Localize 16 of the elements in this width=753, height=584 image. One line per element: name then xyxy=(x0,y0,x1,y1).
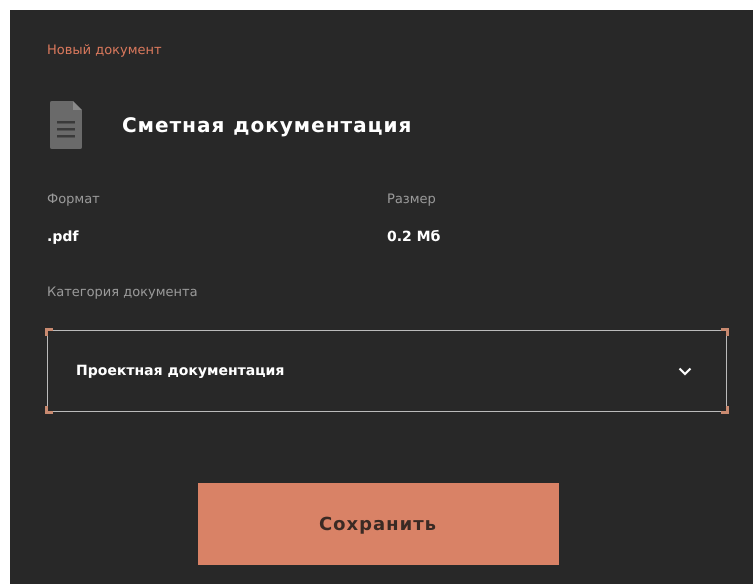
category-dropdown[interactable]: Проектная документация xyxy=(47,330,727,412)
corner-mark xyxy=(45,328,53,336)
document-title: Сметная документация xyxy=(122,113,412,137)
corner-mark xyxy=(721,328,729,336)
field-value: .pdf xyxy=(47,229,80,245)
save-button[interactable]: Сохранить xyxy=(198,483,558,565)
corner-mark xyxy=(721,406,729,414)
field-label: Размер xyxy=(387,192,437,207)
field-value: 0.2 Мб xyxy=(387,229,442,245)
document-icon xyxy=(50,101,82,149)
corner-mark xyxy=(45,406,53,414)
chevron-down-icon xyxy=(678,366,692,376)
selected-value: Проектная документация xyxy=(76,363,284,379)
caption-text: Новый документ xyxy=(47,43,163,58)
field-label: Формат xyxy=(47,192,101,207)
category-label: Категория документа xyxy=(47,285,199,300)
